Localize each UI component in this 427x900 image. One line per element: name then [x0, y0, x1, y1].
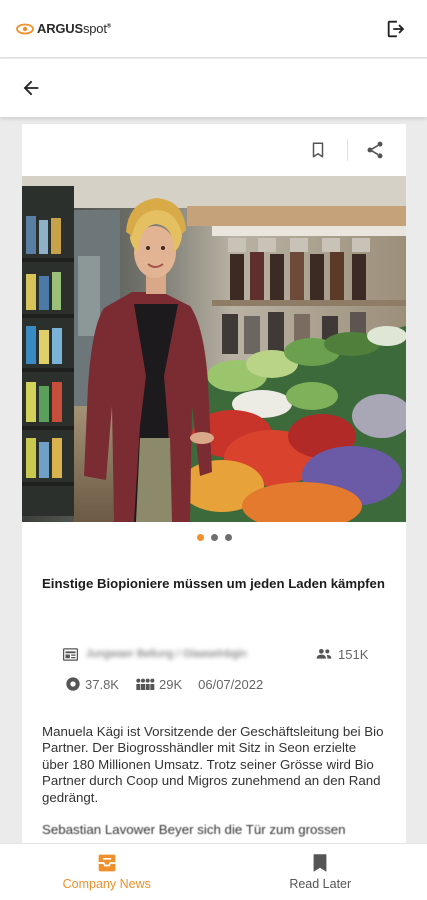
- bottom-navigation: Company News Read Later: [0, 843, 427, 900]
- navigation-bar: [0, 59, 427, 117]
- value-stat: 37.8K: [65, 676, 119, 692]
- action-divider: [347, 139, 348, 161]
- article-stats-row: 37.8K 29K 06/07/2022: [65, 675, 406, 693]
- carousel-dot[interactable]: [224, 534, 232, 541]
- article-date: 06/07/2022: [198, 676, 264, 692]
- bookmark-icon: [313, 854, 327, 872]
- nav-read-later-label: Read Later: [289, 877, 352, 891]
- app-bar: ARGUSspot®: [0, 0, 427, 58]
- bookmark-button[interactable]: [305, 137, 331, 163]
- carousel-indicator[interactable]: [22, 534, 406, 541]
- arrow-left-icon: [23, 80, 39, 96]
- circle-icon: [66, 677, 80, 691]
- article-source-row: Jungwaer Bellung / Glaaselnbgin 151K: [63, 645, 406, 663]
- article-title: Einstige Biopioniere müssen um jeden Lad…: [42, 576, 385, 591]
- reach-stat: 151K: [316, 647, 368, 662]
- carousel-dot[interactable]: [196, 534, 204, 541]
- share-icon: [367, 141, 383, 159]
- nav-read-later[interactable]: Read Later: [214, 844, 427, 900]
- article-card: Einstige Biopioniere müssen um jeden Lad…: [22, 124, 406, 844]
- value-stat-number: 37.8K: [85, 676, 119, 692]
- logo-eye-icon: [16, 23, 34, 34]
- reach-value: 151K: [338, 646, 369, 662]
- audience-stat: 29K: [135, 677, 182, 692]
- bookmark-outline-icon: [312, 142, 324, 158]
- nav-company-news-label: Company News: [62, 877, 151, 891]
- article-body-continued: Sebastian Lavower Beyer sich die Tür zum…: [42, 822, 346, 838]
- carousel-dot[interactable]: [210, 534, 218, 541]
- back-button[interactable]: [18, 75, 44, 101]
- article-source: Jungwaer Bellung / Glaaselnbgin: [86, 648, 247, 660]
- article-image[interactable]: [22, 176, 406, 522]
- app-logo: ARGUSspot®: [16, 21, 111, 36]
- people-icon: [316, 649, 332, 659]
- share-button[interactable]: [362, 137, 388, 163]
- card-actions: [22, 124, 406, 176]
- audience-stat-number: 29K: [158, 676, 183, 692]
- newspaper-icon: [63, 647, 78, 661]
- logout-icon: [387, 20, 405, 37]
- audience-icon: [136, 678, 155, 690]
- logo-text: ARGUSspot®: [37, 21, 111, 36]
- logout-button[interactable]: [383, 16, 409, 42]
- nav-company-news[interactable]: Company News: [0, 844, 214, 900]
- inbox-icon: [98, 854, 116, 872]
- article-body: Manuela Kägi ist Vorsitzende der Geschäf…: [42, 724, 384, 805]
